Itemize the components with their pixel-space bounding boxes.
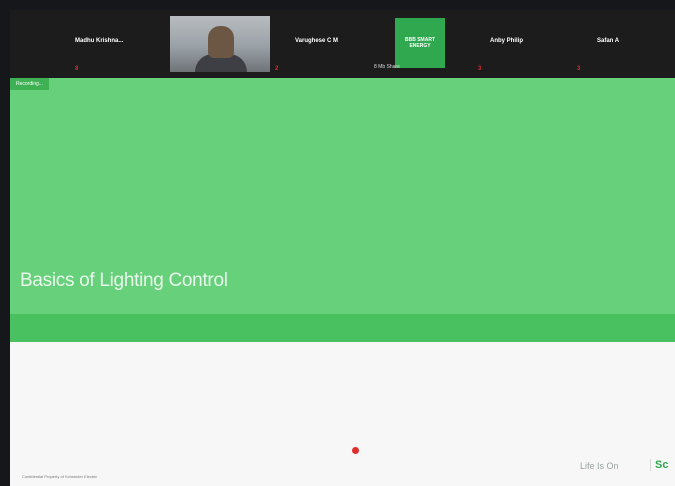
slide-band: [10, 314, 675, 342]
mic-muted-icon: 8: [75, 66, 79, 72]
laser-pointer: [352, 447, 359, 454]
slide-footnote: Confidential Property of Schneider Elect…: [22, 474, 98, 479]
mic-muted-icon: 3: [478, 66, 482, 72]
logo-tile-subtext: 8 Mb Share: [374, 64, 400, 70]
participant-strip: Madhu Krishna... 8 2 Varughese C M BBB S…: [10, 10, 675, 78]
participant-tile[interactable]: 2: [275, 10, 285, 78]
participant-name: Varughese C M: [295, 38, 339, 44]
participant-name: Madhu Krishna...: [75, 38, 124, 44]
slide-tagline: Life Is On: [580, 461, 619, 471]
mic-muted-icon: 3: [577, 66, 581, 72]
recording-indicator[interactable]: Recording...: [10, 78, 49, 90]
brand-logo: Sc: [650, 459, 668, 471]
slide-title: Basics of Lighting Control: [20, 270, 228, 291]
participant-video[interactable]: [170, 16, 270, 72]
mic-muted-icon: 2: [275, 66, 279, 72]
participant-tile[interactable]: Anby Philip 3: [478, 10, 560, 78]
participant-tile[interactable]: Varughese C M: [295, 10, 385, 78]
meeting-window: Madhu Krishna... 8 2 Varughese C M BBB S…: [10, 10, 675, 486]
participant-logo-tile[interactable]: BBB SMART ENERGY: [395, 18, 445, 68]
participant-tile[interactable]: Madhu Krishna... 8: [75, 10, 165, 78]
participant-tile[interactable]: Safan A 3: [577, 10, 667, 78]
participant-name: Safan A: [597, 38, 620, 44]
participant-name: Anby Philip: [490, 38, 523, 44]
person-head: [208, 26, 234, 58]
logo-tile-text: BBB SMART ENERGY: [405, 37, 435, 49]
